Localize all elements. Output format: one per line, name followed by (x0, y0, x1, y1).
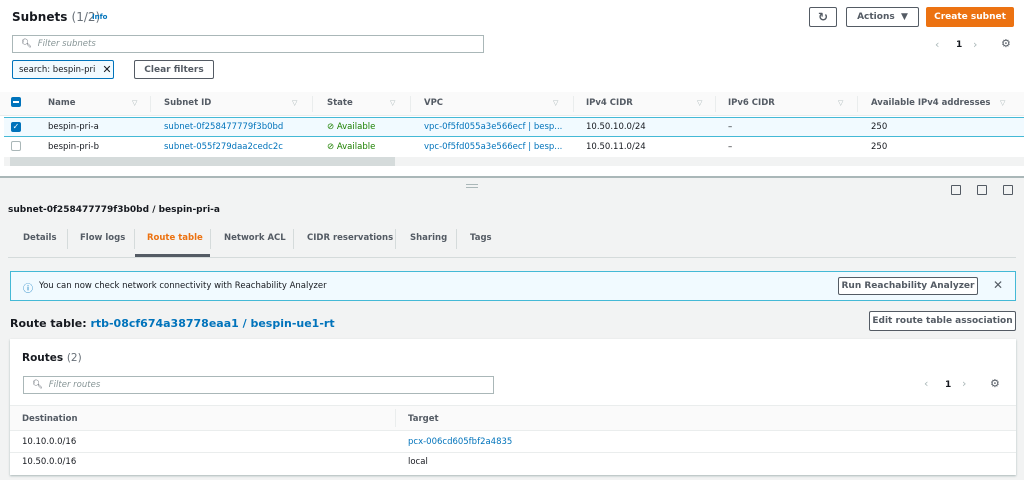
settings-icon[interactable]: ⚙ (1001, 37, 1011, 50)
cell-ipv4: 10.50.10.0/24 (586, 122, 646, 132)
settings-icon[interactable]: ⚙ (990, 377, 1000, 390)
tab-network-acl[interactable]: Network ACL (224, 233, 286, 243)
page-title: Subnets (1/2) (12, 10, 101, 24)
tab-flow-logs[interactable]: Flow logs (80, 233, 125, 243)
prev-page-icon[interactable]: ‹ (935, 38, 939, 51)
status-badge: ⊘ Available (327, 122, 376, 132)
cell-name: bespin-pri-b (48, 142, 99, 152)
routes-title: Routes (2) (22, 352, 82, 364)
panel-full-icon[interactable] (1003, 185, 1013, 195)
col-subnet-id[interactable]: Subnet ID (164, 98, 211, 108)
info-alert: ⓘ You can now check network connectivity… (10, 271, 1016, 301)
cell-ipv4: 10.50.11.0/24 (586, 142, 646, 152)
refresh-button[interactable]: ↻ (809, 7, 837, 27)
info-link[interactable]: Info (92, 13, 107, 21)
tab-details[interactable]: Details (23, 233, 57, 243)
col-name[interactable]: Name (48, 98, 75, 108)
check-circle-icon: ⊘ (327, 142, 335, 152)
split-divider[interactable] (0, 176, 1024, 178)
tab-cidr-reservations[interactable]: CIDR reservations (307, 233, 393, 243)
close-icon[interactable]: ✕ (102, 63, 111, 76)
tab-sharing[interactable]: Sharing (410, 233, 447, 243)
page-number[interactable]: 1 (956, 40, 962, 50)
vpc-link[interactable]: vpc-0f5fd055a3e566ecf | besp... (424, 142, 562, 152)
sort-icon[interactable]: ▽ (838, 99, 843, 107)
filter-chip: search: bespin-pri ✕ (12, 60, 114, 79)
create-subnet-button[interactable]: Create subnet (926, 7, 1014, 27)
next-page-icon[interactable]: › (973, 38, 977, 51)
run-reachability-analyzer-button[interactable]: Run Reachability Analyzer (838, 277, 978, 295)
route-table-heading: Route table: rtb-08cf674a38778eaa1 / bes… (10, 317, 335, 330)
info-icon: ⓘ (23, 284, 33, 295)
sort-icon[interactable]: ▽ (390, 99, 395, 107)
subnets-panel: Subnets (1/2) Info ↻ Actions ▼ Create su… (0, 0, 1024, 176)
prev-page-icon[interactable]: ‹ (924, 377, 928, 390)
route-destination: 10.50.0.0/16 (22, 457, 77, 467)
clear-filters-button[interactable]: Clear filters (134, 60, 214, 79)
subnet-id-link[interactable]: subnet-0f258477779f3b0bd (164, 122, 283, 132)
next-page-icon[interactable]: › (962, 377, 966, 390)
col-available-ipv4[interactable]: Available IPv4 addresses (871, 98, 990, 108)
sort-icon[interactable]: ▽ (697, 99, 702, 107)
select-all-checkbox[interactable] (11, 97, 21, 107)
sort-icon[interactable]: ▽ (292, 99, 297, 107)
sort-icon[interactable]: ▽ (553, 99, 558, 107)
search-icon: 🔍︎ (32, 380, 43, 390)
route-destination: 10.10.0.0/16 (22, 437, 77, 447)
close-icon[interactable]: ✕ (993, 278, 1003, 292)
caret-down-icon: ▼ (901, 12, 908, 22)
search-icon: 🔍︎ (21, 39, 32, 49)
panel-split-icon[interactable] (977, 185, 987, 195)
tab-tags[interactable]: Tags (470, 233, 492, 243)
col-destination[interactable]: Destination (22, 414, 78, 424)
route-target-link[interactable]: pcx-006cd605fbf2a4835 (408, 437, 512, 447)
row-checkbox[interactable] (11, 141, 21, 151)
sort-icon[interactable]: ▽ (1000, 99, 1005, 107)
route-table-link[interactable]: rtb-08cf674a38778eaa1 / bespin-ue1-rt (90, 317, 334, 330)
horizontal-scrollbar[interactable] (4, 157, 1024, 166)
panel-bottom-icon[interactable] (951, 185, 961, 195)
filter-subnets-input[interactable]: 🔍︎ Filter subnets (12, 35, 484, 53)
refresh-icon: ↻ (817, 10, 829, 24)
route-target: local (408, 457, 428, 467)
cell-ipv6: – (728, 142, 733, 152)
drag-handle-icon[interactable] (466, 184, 478, 188)
col-vpc[interactable]: VPC (424, 98, 443, 108)
subnet-id-link[interactable]: subnet-055f279daa2cedc2c (164, 142, 283, 152)
cell-ipv6: – (728, 122, 733, 132)
col-target[interactable]: Target (408, 414, 439, 424)
edit-route-table-association-button[interactable]: Edit route table association (869, 311, 1016, 331)
check-circle-icon: ⊘ (327, 122, 335, 132)
detail-title: subnet-0f258477779f3b0bd / bespin-pri-a (8, 205, 220, 215)
sort-icon[interactable]: ▽ (132, 99, 137, 107)
actions-button[interactable]: Actions ▼ (846, 7, 919, 27)
col-ipv6[interactable]: IPv6 CIDR (728, 98, 775, 108)
cell-name: bespin-pri-a (48, 122, 99, 132)
cell-available: 250 (871, 122, 888, 132)
cell-available: 250 (871, 142, 888, 152)
filter-routes-input[interactable]: 🔍︎ Filter routes (23, 376, 494, 394)
row-checkbox[interactable]: ✓ (11, 122, 21, 132)
tab-route-table[interactable]: Route table (147, 233, 203, 243)
alert-text: You can now check network connectivity w… (39, 281, 327, 291)
vpc-link[interactable]: vpc-0f5fd055a3e566ecf | besp... (424, 122, 562, 132)
col-state[interactable]: State (327, 98, 353, 108)
routes-panel: Routes (2) 🔍︎ Filter routes ‹ 1 › ⚙ Desti… (10, 339, 1016, 475)
col-ipv4[interactable]: IPv4 CIDR (586, 98, 633, 108)
status-badge: ⊘ Available (327, 142, 376, 152)
page-number[interactable]: 1 (945, 380, 951, 390)
